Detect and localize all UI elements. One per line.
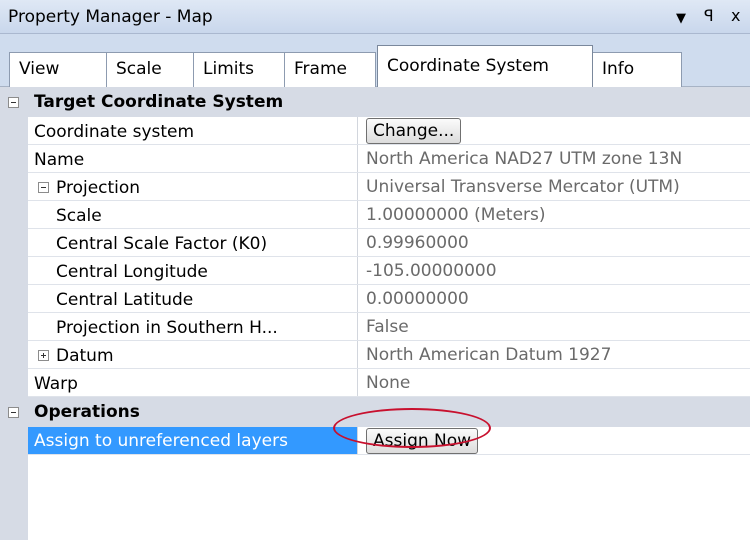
collapse-icon[interactable]: [8, 97, 19, 108]
collapse-icon[interactable]: [8, 407, 19, 418]
property-name: Assign to unreferenced layers: [34, 431, 288, 451]
tab-view[interactable]: View: [9, 52, 107, 87]
property-row-name[interactable]: Name North America NAD27 UTM zone 13N: [0, 145, 750, 173]
property-value: 0.00000000: [366, 289, 469, 309]
property-value: North America NAD27 UTM zone 13N: [366, 149, 683, 169]
property-name: Central Scale Factor (K0): [56, 234, 268, 254]
tab-limits[interactable]: Limits: [193, 52, 285, 87]
category-target-coordinate-system[interactable]: Target Coordinate System: [0, 87, 750, 117]
title-bar: Property Manager - Map ▼ ꟼ x: [0, 0, 750, 34]
close-icon[interactable]: x: [731, 5, 740, 27]
property-name: Central Latitude: [56, 290, 194, 310]
dropdown-arrow-icon[interactable]: ▼: [676, 8, 686, 30]
selected-property-name[interactable]: Assign to unreferenced layers: [28, 427, 357, 455]
property-row-central-scale-factor[interactable]: Central Scale Factor (K0) 0.99960000: [0, 229, 750, 257]
property-value: None: [366, 373, 411, 393]
tab-scale[interactable]: Scale: [106, 52, 194, 87]
tab-strip: View Scale Limits Frame Coordinate Syste…: [0, 34, 750, 87]
property-name: Central Longitude: [56, 262, 208, 282]
property-value: False: [366, 317, 409, 337]
property-row-warp[interactable]: Warp None: [0, 369, 750, 397]
tab-info[interactable]: Info: [592, 52, 682, 87]
collapse-icon[interactable]: [38, 182, 49, 193]
property-row-central-longitude[interactable]: Central Longitude -105.00000000: [0, 257, 750, 285]
change-button[interactable]: Change...: [366, 118, 462, 144]
property-value: 0.99960000: [366, 233, 469, 253]
property-row-coordinate-system[interactable]: Coordinate system Change...: [0, 117, 750, 145]
tab-frame[interactable]: Frame: [284, 52, 376, 87]
property-row-datum[interactable]: Datum North American Datum 1927: [0, 341, 750, 369]
property-name: Projection in Southern H...: [56, 318, 278, 338]
property-row-central-latitude[interactable]: Central Latitude 0.00000000: [0, 285, 750, 313]
property-row-southern-hemisphere[interactable]: Projection in Southern H... False: [0, 313, 750, 341]
category-title: Target Coordinate System: [34, 92, 284, 112]
tab-coordinate-system[interactable]: Coordinate System: [377, 45, 593, 87]
window-title: Property Manager - Map: [8, 7, 213, 27]
category-title: Operations: [34, 402, 140, 422]
property-name: Coordinate system: [34, 122, 195, 142]
property-row-projection[interactable]: Projection Universal Transverse Mercator…: [0, 173, 750, 201]
property-grid: Target Coordinate System Coordinate syst…: [0, 87, 750, 540]
property-value: -105.00000000: [366, 261, 497, 281]
property-value: Universal Transverse Mercator (UTM): [366, 177, 680, 197]
highlight-circle: [333, 408, 491, 448]
property-row-scale[interactable]: Scale 1.00000000 (Meters): [0, 201, 750, 229]
property-name: Warp: [34, 374, 78, 394]
property-value: 1.00000000 (Meters): [366, 205, 546, 225]
property-name: Name: [34, 150, 85, 170]
property-value: North American Datum 1927: [366, 345, 612, 365]
expand-icon[interactable]: [38, 350, 49, 361]
property-name: Datum: [56, 346, 114, 366]
property-name: Projection: [56, 178, 141, 198]
property-name: Scale: [56, 206, 102, 226]
pin-icon[interactable]: ꟼ: [704, 5, 714, 27]
